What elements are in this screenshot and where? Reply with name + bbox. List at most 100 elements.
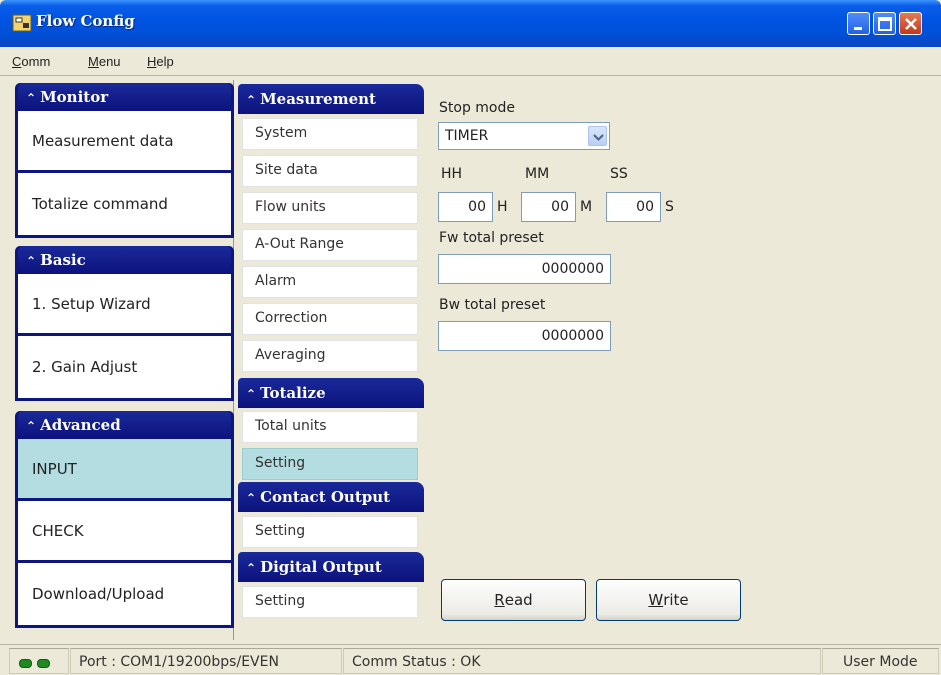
minimize-icon (854, 27, 862, 30)
stop-mode-select[interactable]: TIMER (438, 122, 610, 150)
menu-menu-accel: M (88, 54, 99, 69)
ss-value: 00 (636, 199, 654, 215)
sub-item-digital-setting[interactable]: Setting (242, 586, 418, 618)
hh-label: HH (441, 166, 463, 182)
app-icon (12, 14, 32, 32)
nav-label: Measurement data (32, 131, 174, 150)
sub-item-label: Correction (255, 310, 328, 326)
sub-item-contact-setting[interactable]: Setting (242, 516, 418, 548)
chevron-up-icon: ⌃ (246, 387, 257, 401)
menu-menu[interactable]: Menu (88, 54, 121, 69)
menu-comm-label: omm (21, 54, 51, 69)
ss-input[interactable]: 00 (606, 192, 661, 222)
sub-item-totalize-setting[interactable]: Setting (242, 448, 418, 480)
minimize-button[interactable] (847, 12, 870, 35)
hh-value: 00 (468, 199, 486, 215)
connection-indicator (9, 648, 69, 674)
sub-item-site-data[interactable]: Site data (242, 155, 418, 187)
sub-item-total-units[interactable]: Total units (242, 411, 418, 443)
nav-label: Download/Upload (32, 585, 165, 603)
sub-item-correction[interactable]: Correction (242, 303, 418, 335)
chevron-up-icon: ⌃ (246, 561, 257, 575)
chevron-up-icon: ⌃ (26, 91, 37, 105)
nav-input[interactable]: INPUT (18, 439, 231, 501)
group-monitor: ⌃ Monitor Measurement data Totalize comma… (15, 83, 234, 238)
comm-status: Comm Status : OK (343, 648, 821, 674)
nav-totalize-command[interactable]: Totalize command (18, 173, 231, 235)
status-bar: Port : COM1/19200bps/EVEN Comm Status : … (0, 644, 941, 675)
section-header-contact-output[interactable]: ⌃ Contact Output (238, 482, 424, 512)
mm-label: MM (525, 166, 550, 182)
menu-comm[interactable]: Comm (12, 54, 50, 69)
stop-mode-label: Stop mode (439, 100, 515, 116)
write-label: rite (663, 591, 689, 609)
nav-download-upload[interactable]: Download/Upload (18, 563, 231, 625)
menu-comm-accel: C (12, 54, 22, 69)
group-header-advanced[interactable]: ⌃ Advanced (18, 411, 231, 439)
nav-label: INPUT (32, 459, 77, 478)
sub-item-a-out-range[interactable]: A-Out Range (242, 229, 418, 261)
nav-measurement-data[interactable]: Measurement data (18, 111, 231, 173)
section-title: Totalize (260, 384, 326, 402)
group-title: Basic (40, 251, 86, 269)
nav-setup-wizard[interactable]: 1. Setup Wizard (18, 274, 231, 336)
bw-total-preset-label: Bw total preset (439, 297, 546, 313)
group-basic: ⌃ Basic 1. Setup Wizard 2. Gain Adjust (15, 246, 234, 401)
menu-bar: Comm Menu Help (0, 47, 941, 76)
sub-item-flow-units[interactable]: Flow units (242, 192, 418, 224)
h-unit: H (497, 199, 508, 215)
sub-item-system[interactable]: System (242, 118, 418, 150)
section-header-digital-output[interactable]: ⌃ Digital Output (238, 552, 424, 582)
sub-item-alarm[interactable]: Alarm (242, 266, 418, 298)
nav-gain-adjust[interactable]: 2. Gain Adjust (18, 336, 231, 398)
left-nav-panel: ⌃ Monitor Measurement data Totalize comma… (9, 80, 234, 640)
sub-item-label: Alarm (255, 273, 297, 289)
group-advanced: ⌃ Advanced INPUT CHECK Download/Upload (15, 411, 234, 628)
sub-item-label: Setting (255, 455, 306, 471)
ss-label: SS (610, 166, 628, 182)
maximize-button[interactable] (873, 12, 896, 35)
sub-item-label: Averaging (255, 347, 326, 363)
read-button[interactable]: Read (441, 579, 586, 621)
sub-item-label: Flow units (255, 199, 326, 215)
led-icon (19, 659, 32, 668)
nav-check[interactable]: CHECK (18, 501, 231, 563)
hh-input[interactable]: 00 (438, 192, 493, 222)
s-unit: S (665, 199, 674, 215)
menu-help[interactable]: Help (147, 54, 174, 69)
sub-item-averaging[interactable]: Averaging (242, 340, 418, 372)
sub-item-label: Site data (255, 162, 318, 178)
mm-input[interactable]: 00 (521, 192, 576, 222)
section-header-totalize[interactable]: ⌃ Totalize (238, 378, 424, 408)
read-label: ead (504, 591, 533, 609)
write-button[interactable]: Write (596, 579, 741, 621)
group-header-monitor[interactable]: ⌃ Monitor (18, 83, 231, 111)
nav-label: 1. Setup Wizard (32, 294, 151, 313)
nav-label: 2. Gain Adjust (32, 358, 138, 376)
mode-text: User Mode (843, 654, 918, 670)
section-header-measurement[interactable]: ⌃ Measurement (238, 84, 424, 114)
menu-help-accel: H (147, 54, 157, 69)
sub-nav-panel: ⌃ Measurement System Site data Flow units… (238, 84, 424, 640)
chevron-up-icon: ⌃ (26, 419, 37, 433)
sub-item-label: Setting (255, 593, 306, 609)
m-unit: M (580, 199, 593, 215)
bw-total-preset-input[interactable]: 0000000 (438, 321, 611, 351)
sub-item-label: A-Out Range (255, 236, 344, 252)
title-bar[interactable]: Flow Config (0, 0, 941, 47)
dropdown-arrow[interactable] (588, 126, 607, 146)
nav-label: CHECK (32, 521, 84, 540)
window-title: Flow Config (36, 12, 135, 30)
sub-item-label: Total units (255, 418, 327, 434)
close-button[interactable] (899, 12, 922, 35)
stop-mode-value: TIMER (445, 128, 489, 144)
group-header-basic[interactable]: ⌃ Basic (18, 246, 231, 274)
group-title: Advanced (40, 416, 121, 434)
chevron-up-icon: ⌃ (246, 93, 257, 107)
led-icon (37, 659, 50, 668)
nav-label: Totalize command (32, 195, 168, 213)
fw-total-preset-input[interactable]: 0000000 (438, 254, 611, 284)
section-title: Measurement (260, 90, 376, 108)
sub-item-label: System (255, 125, 308, 141)
menu-help-label: elp (156, 54, 174, 69)
